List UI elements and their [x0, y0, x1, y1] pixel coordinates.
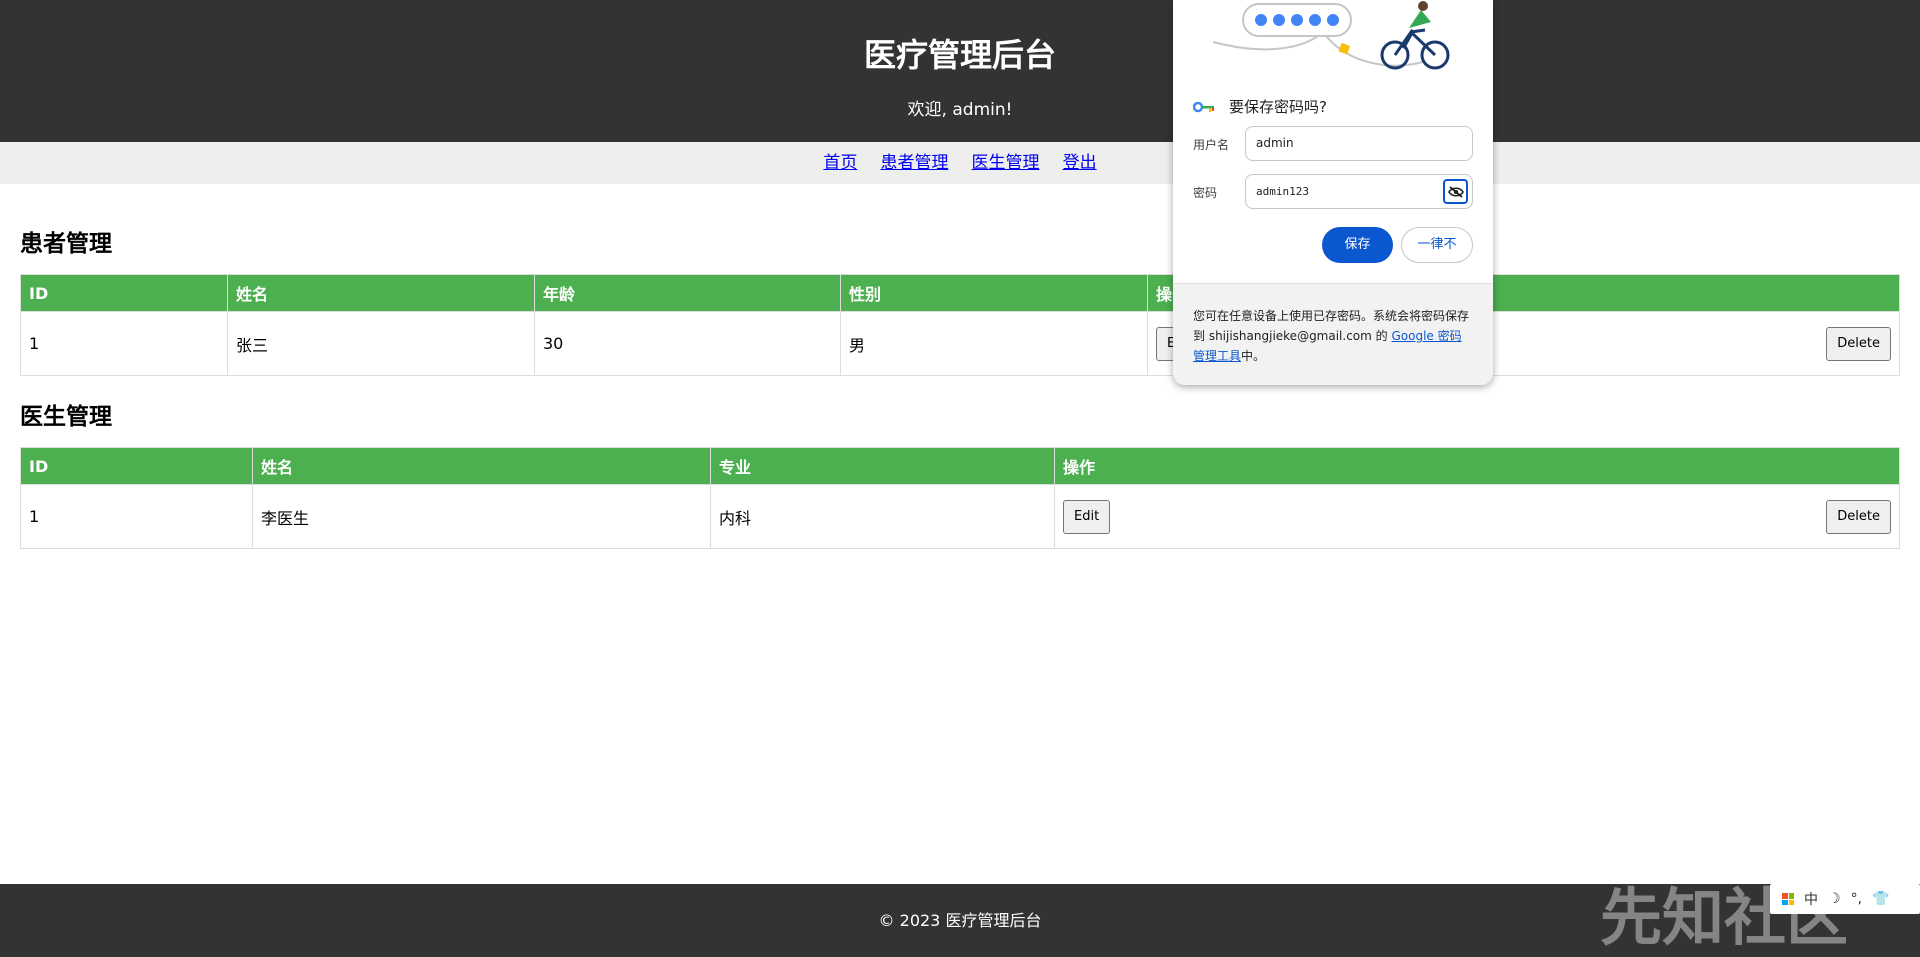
table-header-row: ID 姓名 年龄 性别 操作	[20, 274, 1900, 312]
shirt-icon[interactable]: 👕	[1872, 891, 1889, 907]
column-header: 姓名	[252, 447, 711, 485]
column-header: 性别	[840, 274, 1148, 312]
page-header: 医疗管理后台 欢迎, admin!	[0, 0, 1920, 142]
patients-section-title: 患者管理	[20, 231, 112, 257]
column-header: ID	[20, 274, 228, 312]
dialog-title: 要保存密码吗?	[1229, 98, 1327, 116]
nav-link-home[interactable]: 首页	[823, 142, 857, 184]
nav-link-patients[interactable]: 患者管理	[880, 142, 948, 184]
ime-mode-label[interactable]: 中	[1804, 889, 1818, 909]
eye-off-icon[interactable]	[1443, 179, 1468, 204]
key-icon	[1193, 101, 1214, 112]
nav-link-doctors[interactable]: 医生管理	[972, 142, 1040, 184]
column-header: 操作	[1054, 447, 1900, 485]
save-password-button[interactable]: 保存	[1322, 227, 1393, 263]
table-header-row: ID 姓名 专业 操作	[20, 447, 1900, 485]
table-row: 1 李医生 内科 Edit Delete	[20, 484, 1900, 549]
username-field[interactable]: admin	[1245, 126, 1473, 161]
password-value: admin123	[1256, 185, 1309, 198]
column-header: ID	[20, 447, 253, 485]
punctuation-icon[interactable]: °,	[1851, 891, 1862, 907]
top-nav: 首页 患者管理 医生管理 登出	[0, 142, 1920, 184]
password-label: 密码	[1193, 186, 1218, 200]
dialog-title-row: 要保存密码吗?	[1193, 96, 1327, 117]
windows-grid-icon	[1782, 893, 1794, 905]
column-header: 年龄	[534, 274, 841, 312]
moon-icon[interactable]: ☽	[1828, 891, 1841, 907]
dialog-footer: 您可在任意设备上使用已存密码。系统会将密码保存到 shijishangjieke…	[1173, 283, 1493, 385]
delete-button[interactable]: Delete	[1826, 326, 1891, 361]
username-value: admin	[1256, 136, 1294, 150]
cyclist-illustration	[1212, 1, 1450, 70]
table-row: 1 张三 30 男 Edit Delete	[20, 311, 1900, 376]
cell-gender: 男	[840, 311, 1148, 376]
cell-name: 李医生	[252, 484, 711, 549]
column-header: 姓名	[227, 274, 535, 312]
column-header: 专业	[710, 447, 1055, 485]
cell-specialty: 内科	[710, 484, 1055, 549]
username-label: 用户名	[1193, 138, 1230, 152]
nav-link-logout[interactable]: 登出	[1063, 142, 1097, 184]
edit-button[interactable]: Edit	[1063, 499, 1111, 534]
patients-table: ID 姓名 年龄 性别 操作 1 张三 30 男 Edit Delete	[20, 274, 1900, 376]
footer-text-end: 中。	[1241, 349, 1266, 363]
delete-button[interactable]: Delete	[1826, 499, 1891, 534]
doctors-table: ID 姓名 专业 操作 1 李医生 内科 Edit Delete	[20, 447, 1900, 549]
doctors-section-title: 医生管理	[20, 404, 112, 430]
cell-name: 张三	[227, 311, 535, 376]
cell-actions: Edit Delete	[1054, 484, 1900, 549]
page-title: 医疗管理后台	[863, 36, 1056, 74]
cell-id: 1	[20, 484, 253, 549]
footer-text: © 2023 医疗管理后台	[878, 911, 1042, 930]
password-field[interactable]: admin123	[1245, 174, 1473, 209]
save-password-dialog: 要保存密码吗? 用户名 admin 密码 admin123 保存 一律不 您可在…	[1173, 0, 1493, 385]
never-save-button[interactable]: 一律不	[1401, 227, 1473, 263]
ime-toolbar[interactable]: 中 ☽ °, 👕	[1770, 884, 1920, 914]
cell-age: 30	[534, 311, 841, 376]
welcome-text: 欢迎, admin!	[907, 100, 1013, 120]
cell-id: 1	[20, 311, 228, 376]
